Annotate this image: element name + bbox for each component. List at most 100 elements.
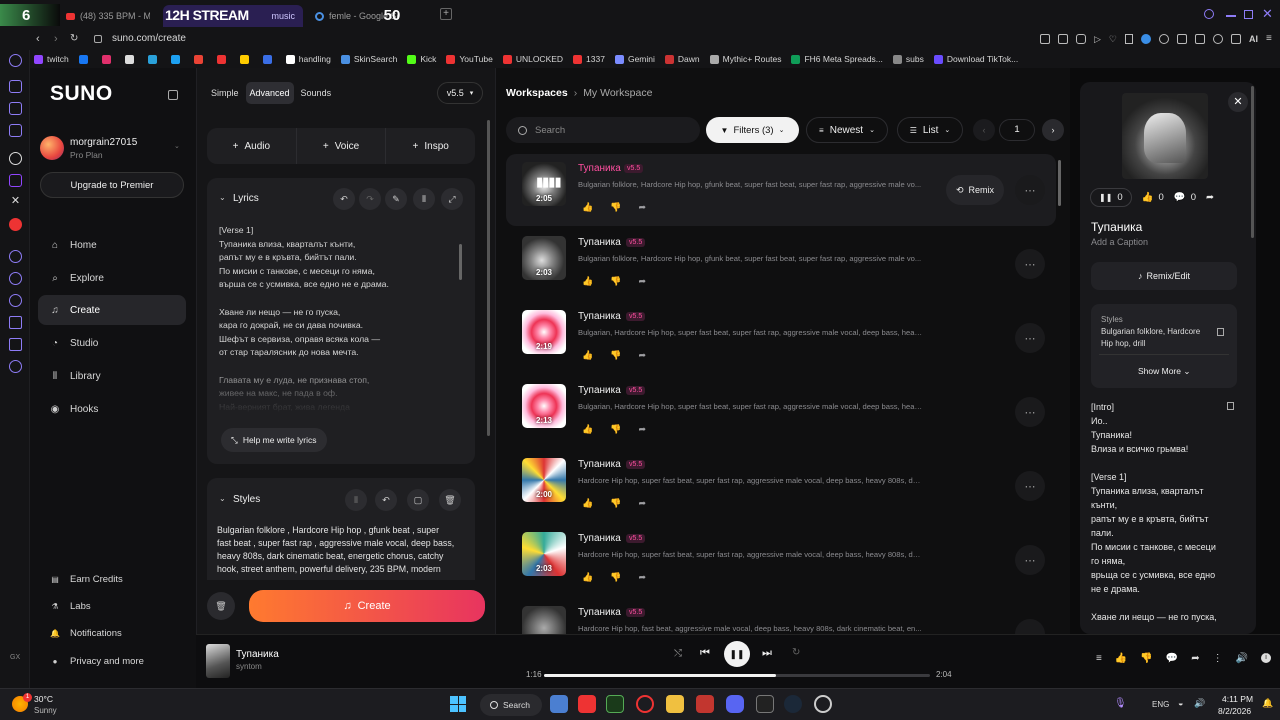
song-title[interactable]: Тупаника — [578, 311, 621, 322]
nav-item-bottom[interactable]: ⚗ Labs — [38, 594, 186, 618]
ext-icon-3[interactable] — [1195, 34, 1205, 44]
thumbs-up-icon[interactable]: 👍 — [1115, 653, 1127, 664]
repeat-icon[interactable]: ↻ — [792, 647, 800, 658]
shuffle-icon[interactable]: ⤭ — [674, 648, 682, 659]
bookmark-item[interactable]: Kick — [407, 54, 436, 64]
player-artist[interactable]: syntom — [236, 662, 262, 671]
copy-icon[interactable] — [1217, 328, 1224, 336]
rail-twitch-icon[interactable] — [9, 174, 22, 187]
library-icon[interactable]: ⫴ — [345, 489, 367, 511]
thumbs-down-icon[interactable]: 👎 — [610, 202, 621, 213]
nav-item-home[interactable]: ⌂ Home — [38, 230, 186, 260]
list-scrollbar[interactable] — [1058, 160, 1061, 206]
nav-item-studio[interactable]: ◔ Studio — [38, 328, 186, 358]
ext-icon-1[interactable] — [1159, 34, 1169, 44]
heart-icon[interactable]: ♡ — [1109, 34, 1117, 45]
rail-download-icon[interactable] — [9, 316, 22, 329]
site-info-icon[interactable] — [94, 35, 102, 43]
song-title[interactable]: Тупаника — [578, 163, 621, 174]
bookmark-item[interactable]: Gemini — [614, 54, 655, 64]
remix-button[interactable]: ⟲ Remix — [946, 175, 1004, 205]
thumbs-down-icon[interactable]: 👎 — [610, 498, 621, 509]
player-title[interactable]: Тупаника — [236, 649, 279, 660]
avatar[interactable] — [40, 136, 64, 160]
bookmark-icon[interactable] — [1125, 34, 1133, 44]
song-row[interactable]: 2:03 Тупаника v5.5 Hardcore Hip hop, super … — [506, 524, 1056, 596]
thumbs-up-icon[interactable]: 👍 — [582, 350, 593, 361]
song-thumbnail[interactable]: 2:19 — [522, 310, 566, 354]
share-icon[interactable]: ➦ — [638, 350, 646, 361]
bookmark-item[interactable]: SkinSearch — [340, 54, 397, 64]
bookmark-item[interactable] — [147, 54, 161, 64]
song-row[interactable]: 2:00 Тупаника v5.5 Hardcore Hip hop, super … — [506, 450, 1056, 522]
network-icon[interactable]: ◒ — [1178, 698, 1183, 708]
volume-icon[interactable]: 🔊 — [1194, 698, 1205, 709]
rail-ic-3[interactable] — [9, 102, 22, 115]
nav-item-create[interactable]: ♫ Create — [38, 295, 186, 325]
bookmark-item[interactable]: Mythic+ Routes — [709, 54, 781, 64]
download-icon[interactable] — [1040, 34, 1050, 44]
queue-icon[interactable]: ≡ — [1096, 653, 1102, 664]
styles-textarea[interactable]: Bulgarian folklore , Hardcore Hip hop , … — [217, 524, 455, 576]
reload-icon[interactable]: ↻ — [70, 33, 78, 44]
share-icon[interactable]: ➦ — [638, 498, 646, 509]
song-title[interactable]: Тупаника — [578, 533, 621, 544]
opera-icon[interactable] — [636, 695, 654, 713]
more-options-icon[interactable]: ⋯ — [1015, 397, 1045, 427]
undo-icon[interactable]: ↶ — [375, 489, 397, 511]
song-row[interactable]: 2:13 Тупаника v5.5 Bulgarian, Hardcore Hip … — [506, 376, 1056, 448]
mode-advanced[interactable]: Advanced — [245, 82, 294, 104]
more-options-icon[interactable]: ⋯ — [1015, 175, 1045, 205]
next-page-button[interactable]: › — [1042, 119, 1064, 141]
app-icon-2[interactable] — [578, 695, 596, 713]
like-stat[interactable]: 👍 0 — [1142, 192, 1164, 203]
thumbs-down-icon[interactable]: 👎 — [610, 424, 621, 435]
weather-desc[interactable]: Sunny — [34, 706, 57, 715]
mode-sounds[interactable]: Sounds — [297, 82, 336, 104]
edit-icon[interactable]: ✎ — [385, 188, 407, 210]
clock-time[interactable]: 4:11 PM — [1222, 694, 1253, 704]
app-icon-1[interactable] — [550, 695, 568, 713]
bookmark-item[interactable]: Dawn — [664, 54, 700, 64]
explorer-icon[interactable] — [666, 695, 684, 713]
prev-page-button[interactable]: ‹ — [973, 119, 995, 141]
page-number[interactable]: 1 — [999, 119, 1035, 141]
clock-date[interactable]: 8/2/2026 — [1218, 706, 1251, 716]
version-select[interactable]: v5.5 ▾ — [437, 82, 483, 104]
next-track-icon[interactable]: ⏭ — [762, 647, 772, 660]
mic-icon[interactable]: 🎙 — [1114, 698, 1127, 709]
rail-youtube-icon[interactable] — [9, 218, 22, 231]
new-tab-button[interactable]: + — [440, 8, 452, 20]
taskbar-search[interactable]: Search — [480, 694, 542, 716]
thumbs-down-icon[interactable]: 👎 — [610, 350, 621, 361]
copy-icon[interactable]: ▢ — [407, 489, 429, 511]
app-icon-8[interactable] — [756, 695, 774, 713]
expand-icon[interactable]: ⤢ — [441, 188, 463, 210]
bookmark-item[interactable] — [193, 54, 207, 64]
share-icon[interactable]: ➦ — [638, 572, 646, 583]
trash-icon[interactable]: 🗑 — [439, 489, 461, 511]
song-title[interactable]: Тупаника — [578, 385, 621, 396]
app-icon-10[interactable] — [814, 695, 832, 713]
volume-icon[interactable]: 🔊 — [1236, 653, 1248, 664]
close-panel-button[interactable]: ✕ — [1228, 92, 1248, 112]
language-indicator[interactable]: ENG — [1152, 700, 1169, 709]
show-more-button[interactable]: Show More ⌄ — [1138, 366, 1190, 377]
rail-x-icon[interactable]: ✕ — [9, 196, 22, 209]
share-icon[interactable]: ➦ — [638, 424, 646, 435]
rail-chatgpt-icon[interactable] — [9, 152, 22, 165]
bookmark-item[interactable]: FH6 Meta Spreads... — [791, 54, 883, 64]
prev-track-icon[interactable]: ⏮ — [700, 647, 710, 660]
weather-temp[interactable]: 30°C — [34, 694, 53, 704]
song-row[interactable]: Тупаника v5.5 Hardcore Hip hop, fast beat,… — [506, 598, 1056, 634]
comment-icon[interactable]: 💬 — [1166, 653, 1178, 664]
add-audio-button[interactable]: + Audio — [207, 128, 296, 164]
vpn-icon[interactable] — [1141, 34, 1151, 44]
minimize-button[interactable] — [1226, 15, 1236, 17]
clear-button[interactable]: 🗑 — [207, 592, 235, 620]
redo-icon[interactable]: ↷ — [359, 188, 381, 210]
play-pause-button[interactable]: ❚❚ — [724, 641, 750, 667]
bookmark-item[interactable]: twitch — [34, 54, 69, 64]
mode-simple[interactable]: Simple — [207, 82, 243, 104]
thumbs-down-icon[interactable]: 👎 — [610, 276, 621, 287]
